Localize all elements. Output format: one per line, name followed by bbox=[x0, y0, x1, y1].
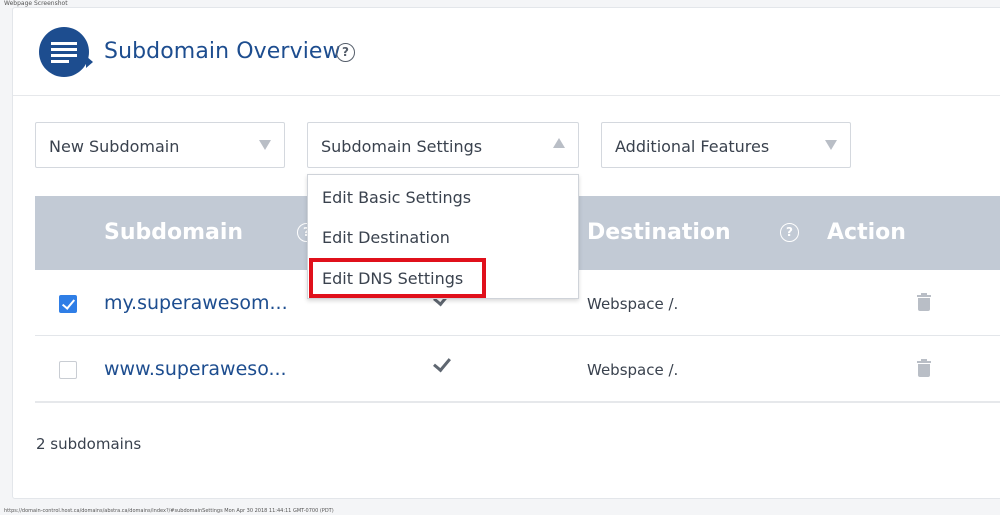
caret-down-icon bbox=[825, 140, 837, 150]
destination-help-icon[interactable]: ? bbox=[780, 223, 799, 242]
subdomain-logo-icon bbox=[39, 27, 93, 77]
subdomain-settings-dropdown[interactable]: Subdomain Settings bbox=[307, 122, 579, 168]
page-title: Subdomain Overview bbox=[104, 39, 341, 64]
additional-features-dropdown[interactable]: Additional Features bbox=[601, 122, 851, 168]
page-header: Subdomain Overview ? bbox=[13, 8, 1000, 96]
table-row: www.superaweso... Webspace /. bbox=[35, 336, 1000, 402]
row-checkbox[interactable] bbox=[59, 361, 77, 379]
page-url-caption: https://domain-control.host.ca/domains/a… bbox=[4, 508, 334, 514]
new-subdomain-dropdown[interactable]: New Subdomain bbox=[35, 122, 285, 168]
highlight-box bbox=[309, 258, 486, 298]
column-header-action: Action bbox=[827, 220, 906, 245]
column-header-destination[interactable]: Destination bbox=[587, 220, 731, 245]
subdomain-link[interactable]: www.superaweso... bbox=[104, 358, 287, 380]
help-icon[interactable]: ? bbox=[336, 43, 355, 62]
trash-icon[interactable] bbox=[917, 359, 931, 378]
subdomain-count: 2 subdomains bbox=[36, 435, 142, 453]
menu-item-edit-basic-settings[interactable]: Edit Basic Settings bbox=[322, 188, 471, 207]
subdomain-link[interactable]: my.superawesom... bbox=[104, 292, 288, 314]
column-header-subdomain[interactable]: Subdomain bbox=[104, 220, 243, 245]
dropdown-label: New Subdomain bbox=[49, 137, 180, 156]
dropdown-label: Subdomain Settings bbox=[321, 137, 483, 156]
destination-value: Webspace /. bbox=[587, 295, 679, 313]
row-checkbox[interactable] bbox=[59, 295, 77, 313]
checkmark-icon bbox=[433, 353, 451, 373]
trash-icon[interactable] bbox=[917, 293, 931, 312]
caret-down-icon bbox=[259, 140, 271, 150]
destination-value: Webspace /. bbox=[587, 361, 679, 379]
screenshot-caption: Webpage Screenshot bbox=[4, 0, 68, 7]
dropdown-label: Additional Features bbox=[615, 137, 770, 156]
menu-item-edit-destination[interactable]: Edit Destination bbox=[322, 228, 450, 247]
table-bottom-border bbox=[35, 401, 1000, 403]
caret-up-icon bbox=[553, 138, 565, 148]
